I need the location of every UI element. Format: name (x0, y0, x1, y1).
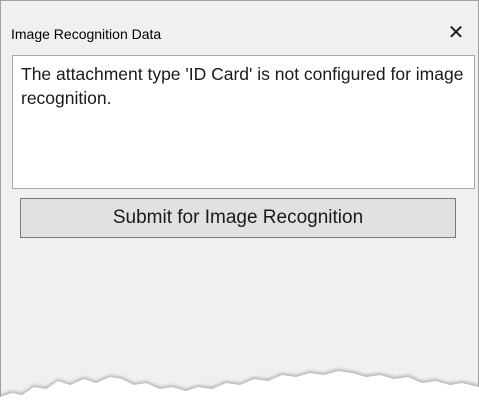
image-recognition-panel: Image Recognition Data ✕ The attachment … (0, 0, 479, 409)
submit-for-image-recognition-button[interactable]: Submit for Image Recognition (20, 198, 456, 238)
message-textbox[interactable]: The attachment type 'ID Card' is not con… (12, 55, 475, 189)
close-icon[interactable]: ✕ (444, 21, 468, 45)
torn-edge-decoration (0, 369, 479, 409)
message-text: The attachment type 'ID Card' is not con… (21, 64, 464, 108)
panel-title: Image Recognition Data (11, 26, 162, 42)
panel-titlebar: Image Recognition Data ✕ (1, 1, 478, 51)
